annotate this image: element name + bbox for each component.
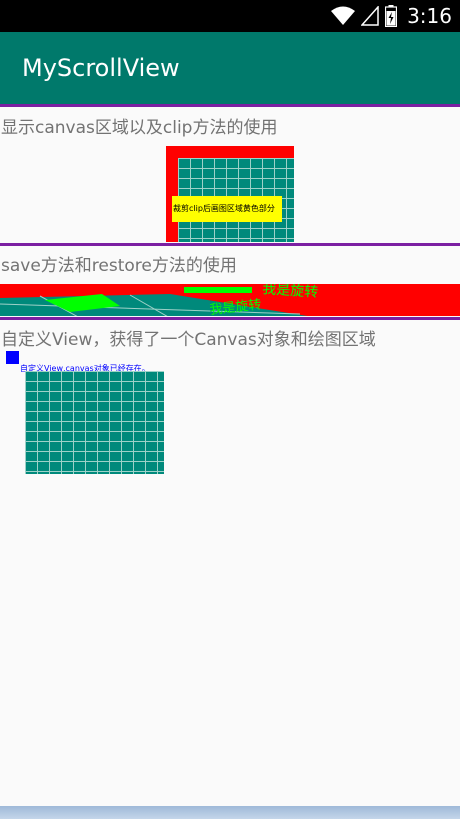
save-restore-canvas: 我是旋转 我是旋转 <box>0 284 460 316</box>
rotated-text-2: 我是旋转 <box>209 298 262 316</box>
custom-view-grid <box>25 371 164 474</box>
section-label-clip: 显示canvas区域以及clip方法的使用 <box>1 118 278 138</box>
clip-canvas: 裁剪clip后画图区域黄色部分 <box>166 146 294 242</box>
status-time: 3:16 <box>407 4 452 28</box>
blue-square <box>6 351 19 364</box>
section-label-save-restore: save方法和restore方法的使用 <box>1 256 237 276</box>
status-bar: 3:16 <box>0 0 460 32</box>
section-divider <box>0 317 460 320</box>
app-bar: MyScrollView <box>0 32 460 104</box>
section-divider <box>0 243 460 246</box>
section-divider <box>0 104 460 107</box>
rotated-shapes: 我是旋转 我是旋转 <box>0 284 319 316</box>
battery-icon <box>385 5 398 27</box>
rotated-text: 我是旋转 <box>262 284 319 301</box>
cell-signal-icon <box>361 6 379 26</box>
section-label-custom-view: 自定义View，获得了一个Canvas对象和绘图区域 <box>1 330 376 350</box>
wifi-icon <box>331 6 356 25</box>
status-icons: 3:16 <box>331 0 452 32</box>
clip-note: 裁剪clip后画图区域黄色部分 <box>172 196 282 222</box>
navigation-bar <box>0 806 460 819</box>
app-title: MyScrollView <box>22 54 180 82</box>
